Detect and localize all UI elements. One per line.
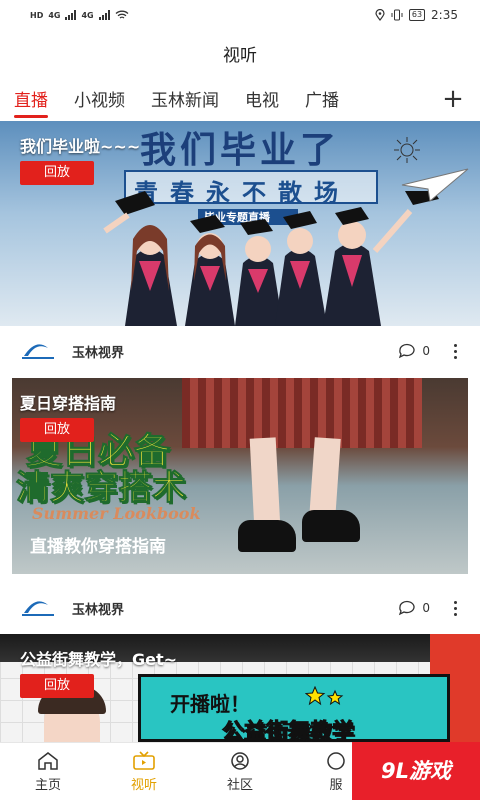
nav-service-label: 服 <box>329 778 343 793</box>
status-bar: HD 4G 4G 63 2:35 <box>0 0 480 30</box>
comment-button[interactable]: 0 <box>398 600 430 616</box>
tv-icon <box>133 751 155 770</box>
add-tab-icon[interactable]: + <box>442 84 464 116</box>
card-thumbnail[interactable]: 我们毕业了 青春永不散场 毕业专题直播 我们毕业啦~~~ 回放 <box>0 121 480 326</box>
more-options-icon[interactable] <box>450 343 460 359</box>
sun-icon <box>394 137 420 163</box>
status-right: 63 2:35 <box>375 8 458 22</box>
wifi-icon <box>115 10 129 19</box>
comment-button[interactable]: 0 <box>398 343 430 359</box>
community-icon <box>231 752 249 770</box>
live-card[interactable]: 我们毕业了 青春永不散场 毕业专题直播 我们毕业啦~~~ 回放 玉林视界 0 <box>0 121 480 376</box>
page-title: 视听 <box>223 46 257 66</box>
leg-right <box>309 437 341 519</box>
tab-live[interactable]: 直播 <box>14 84 48 120</box>
status-time: 2:35 <box>431 8 458 22</box>
replay-badge: 回放 <box>20 161 94 185</box>
channel-logo-icon <box>22 344 54 359</box>
comment-icon <box>399 343 415 359</box>
signal-icon-2 <box>98 10 110 20</box>
comment-icon <box>399 600 415 616</box>
sim1-label: 4G <box>48 10 61 20</box>
card-meta: 玉林视界 0 <box>0 326 480 376</box>
tab-tv[interactable]: 电视 <box>245 84 279 120</box>
nav-home[interactable]: 主页 <box>0 743 96 800</box>
graduates-illustration <box>103 191 439 326</box>
battery-icon: 63 <box>408 9 426 21</box>
hero-title: 我们毕业了 <box>140 130 341 171</box>
card-title: 公益街舞教学，Get~ <box>20 650 178 669</box>
signal-icon <box>65 10 77 20</box>
skirt-pattern <box>182 378 422 448</box>
sim2-label: 4G <box>81 10 94 20</box>
card-title: 我们毕业啦~~~ <box>20 137 141 156</box>
nav-media-label: 视听 <box>130 778 157 793</box>
shoe-right <box>302 510 360 542</box>
watermark-logo: 9L游戏 <box>352 742 480 800</box>
more-options-icon[interactable] <box>450 600 460 616</box>
hd-indicator: HD <box>30 10 44 20</box>
category-tabs: 直播 小视频 玉林新闻 电视 广播 <box>0 84 480 120</box>
status-left: HD 4G 4G <box>30 10 129 20</box>
home-icon <box>38 752 58 770</box>
channel-logo-icon <box>22 601 54 616</box>
comment-count: 0 <box>422 601 430 615</box>
channel-name[interactable]: 玉林视界 <box>72 599 124 618</box>
live-card[interactable]: 开播啦！ 公益街舞教学 公益街舞教学，Get~ 回放 <box>0 634 480 742</box>
hero-subtitle: 公益街舞教学 <box>221 720 355 743</box>
comment-count: 0 <box>422 344 430 358</box>
replay-badge: 回放 <box>20 674 94 698</box>
nav-home-label: 主页 <box>34 778 61 793</box>
nav-community-label: 社区 <box>226 778 253 793</box>
card-title: 夏日穿搭指南 <box>20 394 117 413</box>
live-card[interactable]: 夏日必备 清爽穿搭术 Summer Lookbook 直播教你穿搭指南 夏日穿搭… <box>0 378 480 634</box>
card-thumbnail[interactable]: 开播啦！ 公益街舞教学 公益街舞教学，Get~ 回放 <box>0 634 480 742</box>
stars-icon <box>305 686 344 706</box>
shoe-left <box>238 520 296 552</box>
hero-caption: 直播教你穿搭指南 <box>30 537 166 557</box>
card-thumbnail[interactable]: 夏日必备 清爽穿搭术 Summer Lookbook 直播教你穿搭指南 夏日穿搭… <box>12 378 468 574</box>
nav-community[interactable]: 社区 <box>192 743 288 800</box>
leg-left <box>249 437 281 529</box>
nav-media[interactable]: 视听 <box>96 743 192 800</box>
card-meta: 玉林视界 0 <box>0 583 480 633</box>
hero-tagline: Summer Lookbook <box>32 504 201 523</box>
service-icon <box>327 752 345 770</box>
tab-yulin-news[interactable]: 玉林新闻 <box>151 84 219 120</box>
tab-radio[interactable]: 广播 <box>305 84 339 120</box>
hero-title: 开播啦！ <box>170 692 250 716</box>
replay-badge: 回放 <box>20 418 94 442</box>
tab-short-video[interactable]: 小视频 <box>74 84 125 120</box>
vibrate-icon <box>391 9 403 21</box>
location-icon <box>375 9 385 21</box>
paper-plane-icon <box>401 168 469 202</box>
channel-name[interactable]: 玉林视界 <box>72 342 124 361</box>
hero-subtitle: 清爽穿搭术 <box>16 468 187 509</box>
